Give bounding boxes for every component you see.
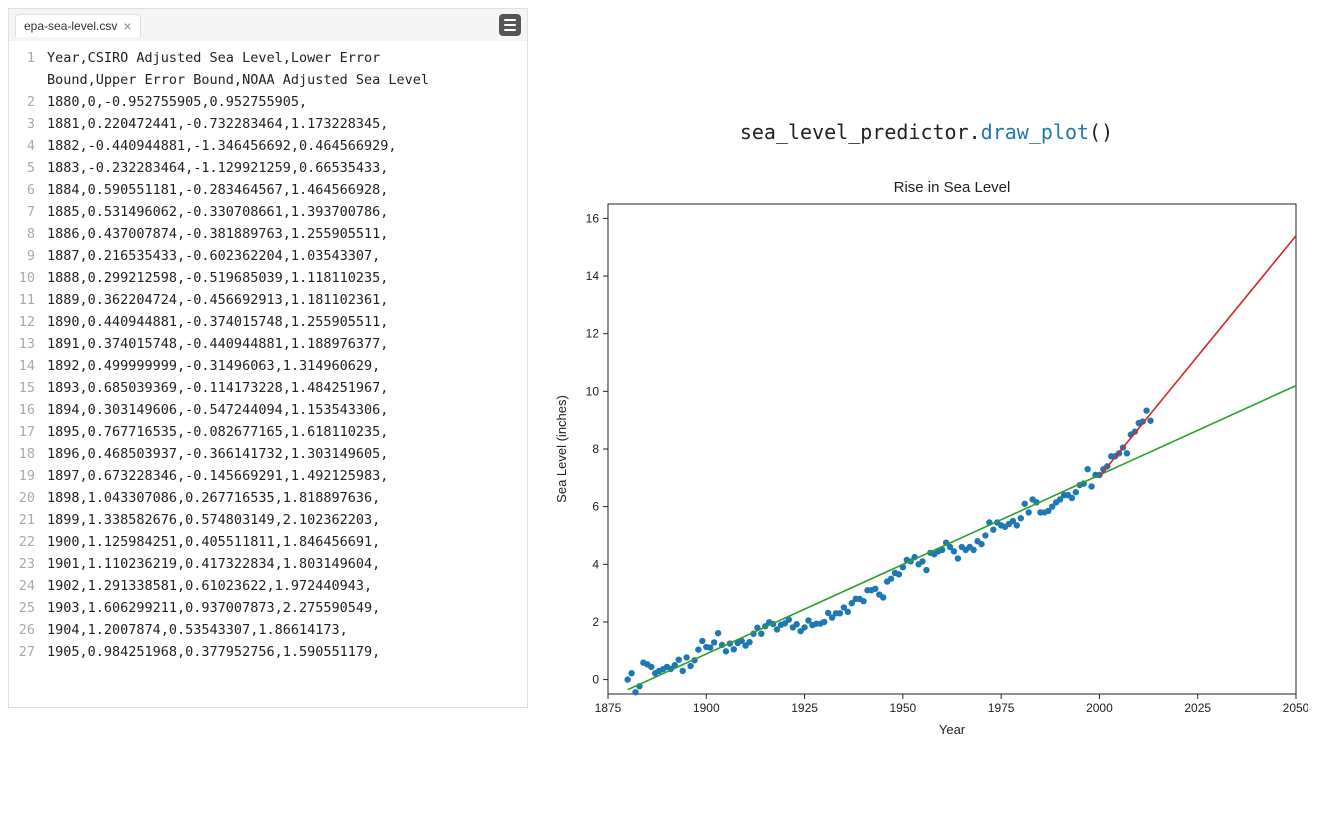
- svg-text:1925: 1925: [791, 701, 818, 715]
- svg-text:16: 16: [586, 211, 600, 225]
- y-axis-label: Sea Level (inches): [554, 395, 569, 503]
- chart-title: Rise in Sea Level: [894, 179, 1011, 196]
- line-gutter: 1234567891011121314151617181920212223242…: [9, 41, 43, 707]
- svg-text:1875: 1875: [595, 701, 622, 715]
- chart: Rise in Sea Level 1875 1900 1925 1950 1975 200…: [548, 174, 1308, 744]
- svg-text:12: 12: [586, 327, 600, 341]
- svg-text:2050: 2050: [1283, 701, 1308, 715]
- menu-icon[interactable]: [499, 14, 521, 36]
- fit-line-fit_all: [628, 386, 1296, 690]
- svg-text:6: 6: [592, 500, 599, 514]
- code-cell: sea_level_predictor.draw_plot(): [538, 120, 1315, 144]
- svg-text:2000: 2000: [1086, 701, 1113, 715]
- x-axis-label: Year: [939, 722, 966, 737]
- method-name: draw_plot: [981, 120, 1089, 144]
- fit-line-fit_2000: [1099, 236, 1296, 477]
- svg-text:0: 0: [592, 673, 599, 687]
- tab-bar: epa-sea-level.csv ×: [9, 9, 527, 41]
- code-lines: Year,CSIRO Adjusted Sea Level,Lower Erro…: [43, 41, 481, 707]
- call-paren: (): [1089, 120, 1113, 144]
- svg-text:10: 10: [586, 384, 600, 398]
- svg-text:2025: 2025: [1184, 701, 1211, 715]
- file-tab-label: epa-sea-level.csv: [24, 19, 117, 33]
- svg-text:1950: 1950: [890, 701, 917, 715]
- svg-text:1975: 1975: [988, 701, 1015, 715]
- close-icon[interactable]: ×: [123, 19, 131, 33]
- svg-text:2: 2: [592, 615, 599, 629]
- file-tab[interactable]: epa-sea-level.csv ×: [15, 14, 141, 37]
- file-editor-panel: epa-sea-level.csv × 12345678910111213141…: [8, 8, 528, 708]
- chart-svg: Rise in Sea Level 1875 1900 1925 1950 1975 200…: [548, 174, 1308, 744]
- csv-content[interactable]: 1234567891011121314151617181920212223242…: [9, 41, 527, 707]
- svg-text:4: 4: [592, 557, 599, 571]
- svg-text:8: 8: [592, 442, 599, 456]
- svg-text:14: 14: [586, 269, 600, 283]
- svg-text:1900: 1900: [693, 701, 720, 715]
- output-panel: sea_level_predictor.draw_plot() Rise in …: [528, 0, 1325, 839]
- module-name: sea_level_predictor: [740, 120, 969, 144]
